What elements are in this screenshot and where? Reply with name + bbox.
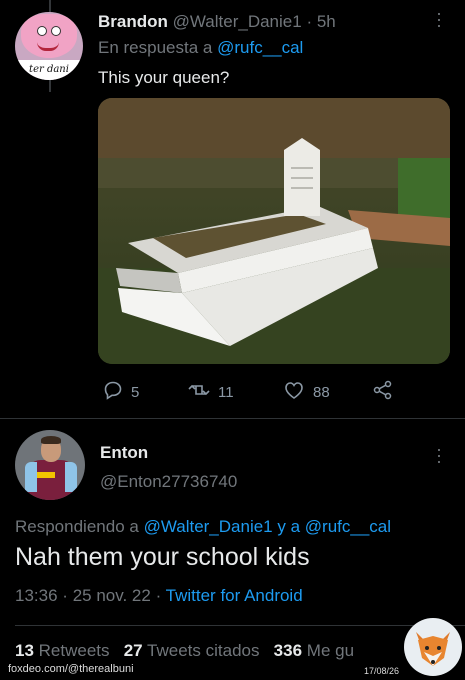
fox-logo-icon bbox=[404, 618, 462, 676]
reply-timestamp[interactable]: 5h bbox=[317, 12, 336, 31]
share-icon bbox=[372, 380, 394, 405]
reply-handle[interactable]: @Walter_Danie1 bbox=[173, 12, 302, 31]
replying-conjunction[interactable]: y a bbox=[277, 517, 300, 536]
reply-count: 5 bbox=[131, 384, 140, 401]
avatar-eye bbox=[37, 26, 47, 36]
replying-handle-1[interactable]: @Walter_Danie1 bbox=[144, 517, 273, 536]
avatar-hair bbox=[41, 436, 61, 444]
retweets-stat[interactable]: 13 Retweets bbox=[15, 641, 110, 660]
main-tweet-text: Nah them your school kids bbox=[15, 543, 310, 571]
avatar-eye bbox=[51, 26, 61, 36]
quotes-stat[interactable]: 27 Tweets citados bbox=[124, 641, 260, 660]
reply-display-name[interactable]: Brandon bbox=[98, 12, 168, 31]
avatar-character bbox=[21, 14, 77, 58]
replying-handle-2[interactable]: @rufc__cal bbox=[305, 517, 391, 536]
avatar-brandon[interactable]: ter dani bbox=[15, 12, 83, 80]
retweets-count: 13 bbox=[15, 641, 34, 660]
grave-photo-illustration bbox=[98, 98, 450, 364]
watermark-date: 17/08/26 bbox=[364, 666, 400, 676]
stats-divider bbox=[15, 625, 465, 626]
like-count: 88 bbox=[313, 384, 330, 401]
main-handle[interactable]: @Enton27736740 bbox=[100, 472, 237, 492]
tweet-source[interactable]: Twitter for Android bbox=[166, 586, 303, 605]
retweet-icon bbox=[188, 380, 210, 405]
tweet-photo[interactable] bbox=[98, 98, 450, 364]
reply-action[interactable]: 5 bbox=[103, 380, 139, 405]
tweet-divider bbox=[0, 418, 465, 419]
main-display-name[interactable]: Enton bbox=[100, 443, 148, 463]
quotes-label: Tweets citados bbox=[147, 641, 260, 660]
avatar-caption: ter dani bbox=[15, 60, 83, 80]
retweets-label: Retweets bbox=[38, 641, 110, 660]
replying-prefix: Respondiendo a bbox=[15, 517, 139, 536]
more-options-icon[interactable]: · · · bbox=[431, 4, 447, 34]
reply-tweet-header: Brandon @Walter_Danie1 · 5h bbox=[98, 12, 336, 32]
reply-context: En respuesta a @rufc__cal bbox=[98, 38, 303, 58]
watermark-site: foxdeo.com/@therealbuni bbox=[8, 663, 134, 675]
reply-context-handle[interactable]: @rufc__cal bbox=[217, 38, 303, 57]
replying-to-context: Respondiendo a @Walter_Danie1 y a @rufc_… bbox=[15, 517, 391, 537]
avatar-sleeve bbox=[65, 462, 77, 492]
tweet-meta: 13:36 · 25 nov. 22 · Twitter for Android bbox=[15, 586, 303, 606]
avatar-sleeve bbox=[25, 462, 37, 492]
more-options-icon[interactable]: · · · bbox=[431, 440, 447, 470]
tweet-date[interactable]: 25 nov. 22 bbox=[73, 586, 151, 605]
avatar-sponsor-logo bbox=[37, 472, 55, 478]
avatar-enton[interactable] bbox=[15, 430, 85, 500]
reply-context-prefix: En respuesta a bbox=[98, 38, 213, 57]
reply-icon bbox=[103, 380, 123, 405]
meta-separator: · bbox=[62, 586, 68, 605]
retweet-count: 11 bbox=[218, 384, 234, 401]
reply-tweet-text: This your queen? bbox=[98, 68, 230, 87]
quotes-count: 27 bbox=[123, 641, 143, 660]
retweet-action[interactable]: 11 bbox=[188, 380, 234, 405]
tweet-stats: 13 Retweets 27 Tweets citados 336 Me gu bbox=[15, 641, 354, 661]
likes-label: Me gu bbox=[306, 641, 355, 660]
heart-icon bbox=[283, 380, 305, 405]
tweet-time[interactable]: 13:36 bbox=[15, 586, 58, 605]
meta-separator: · bbox=[155, 586, 162, 605]
likes-stat[interactable]: 336 Me gu bbox=[274, 641, 354, 660]
header-separator: · bbox=[306, 12, 313, 31]
likes-count: 336 bbox=[273, 641, 303, 660]
share-action[interactable] bbox=[372, 380, 394, 405]
like-action[interactable]: 88 bbox=[283, 380, 330, 405]
